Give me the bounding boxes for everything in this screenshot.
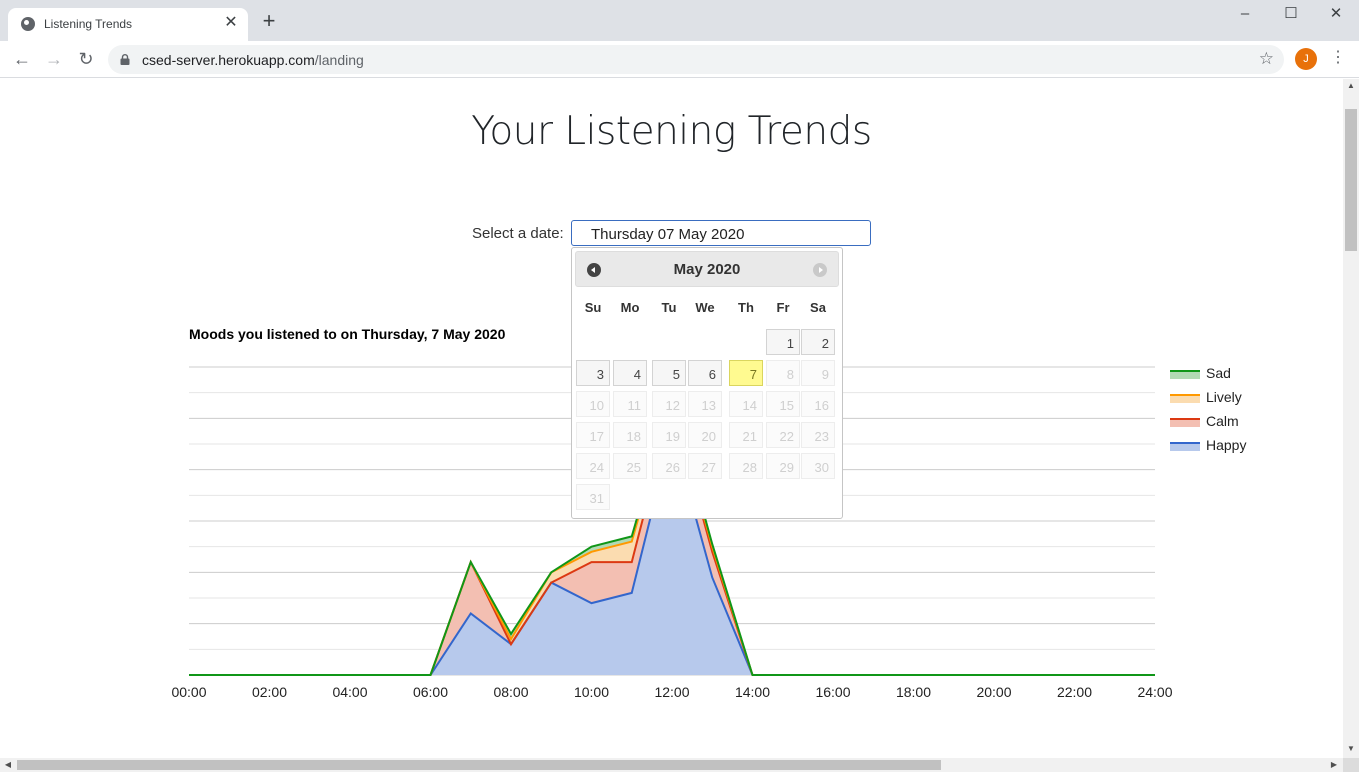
- datepicker-month-title: May 2020: [673, 261, 741, 278]
- calendar-day: 28: [729, 453, 763, 479]
- scrollbar-corner: [1343, 758, 1359, 772]
- vertical-scrollbar[interactable]: ▲ ▼: [1343, 79, 1359, 758]
- calendar-day: 19: [652, 422, 686, 448]
- calendar-day: 16: [801, 391, 835, 417]
- calendar-day: 23: [801, 422, 835, 448]
- globe-icon: [21, 17, 35, 31]
- window-close-icon[interactable]: ✕: [1313, 0, 1359, 30]
- url-path: /landing: [314, 52, 364, 68]
- legend-label: Lively: [1206, 389, 1242, 405]
- datepicker-header: May 2020: [575, 251, 839, 287]
- calendar-day: 21: [729, 422, 763, 448]
- calendar-day: 12: [652, 391, 686, 417]
- minimize-icon[interactable]: –: [1222, 0, 1268, 30]
- calendar-day[interactable]: 7: [729, 360, 763, 386]
- legend-swatch: [1170, 370, 1200, 379]
- calendar-day: 11: [613, 391, 647, 417]
- legend-swatch: [1170, 418, 1200, 427]
- x-tick-label: 18:00: [896, 684, 931, 700]
- browser-toolbar: ← → ↻ csed-server.herokuapp.com/landing …: [0, 41, 1359, 78]
- tab-strip: Listening Trends ✕ + – ☐ ✕: [0, 0, 1359, 41]
- legend-label: Sad: [1206, 365, 1231, 381]
- weekday-header: We: [695, 300, 715, 315]
- tab-title: Listening Trends: [44, 17, 133, 31]
- kebab-menu-icon[interactable]: ⋮: [1330, 47, 1346, 67]
- close-tab-icon[interactable]: ✕: [222, 14, 240, 32]
- x-tick-label: 20:00: [976, 684, 1011, 700]
- calendar-day: 20: [688, 422, 722, 448]
- calendar-day: 18: [613, 422, 647, 448]
- reload-icon[interactable]: ↻: [73, 46, 99, 72]
- horizontal-scroll-thumb[interactable]: [17, 760, 941, 770]
- weekday-header: Mo: [620, 300, 640, 315]
- x-tick-label: 00:00: [171, 684, 206, 700]
- calendar-day: 25: [613, 453, 647, 479]
- calendar-day[interactable]: 2: [801, 329, 835, 355]
- legend-swatch: [1170, 394, 1200, 403]
- legend-label: Calm: [1206, 413, 1239, 429]
- page-content: Your Listening Trends Select a date: Moo…: [0, 79, 1343, 758]
- next-month-icon[interactable]: [813, 263, 827, 277]
- calendar-day: 22: [766, 422, 800, 448]
- lock-icon: [120, 54, 130, 65]
- x-tick-label: 04:00: [332, 684, 367, 700]
- calendar-day: 24: [576, 453, 610, 479]
- weekday-header: Th: [738, 300, 754, 315]
- x-tick-label: 10:00: [574, 684, 609, 700]
- scroll-right-icon[interactable]: ▶: [1326, 760, 1342, 769]
- calendar-day: 8: [766, 360, 800, 386]
- calendar-day: 13: [688, 391, 722, 417]
- x-tick-label: 22:00: [1057, 684, 1092, 700]
- calendar-day: 9: [801, 360, 835, 386]
- url-host: csed-server.herokuapp.com: [142, 52, 315, 68]
- calendar-day: 31: [576, 484, 610, 510]
- legend-swatch: [1170, 442, 1200, 451]
- calendar-day[interactable]: 1: [766, 329, 800, 355]
- weekday-header: Tu: [661, 300, 677, 315]
- x-tick-label: 14:00: [735, 684, 770, 700]
- datepicker: May 2020 Su Mo Tu We Th Fr Sa 1 2 3 4 5 6 7 8 9 10 11 12 13…: [571, 247, 843, 519]
- scroll-up-icon[interactable]: ▲: [1343, 81, 1359, 90]
- bookmark-star-icon[interactable]: ☆: [1259, 49, 1274, 69]
- x-tick-label: 08:00: [493, 684, 528, 700]
- x-tick-label: 12:00: [654, 684, 689, 700]
- calendar-day: 15: [766, 391, 800, 417]
- scroll-left-icon[interactable]: ◀: [0, 760, 16, 769]
- back-arrow-icon[interactable]: ←: [9, 46, 35, 72]
- new-tab-button[interactable]: +: [259, 10, 279, 32]
- calendar-day: 27: [688, 453, 722, 479]
- calendar-day[interactable]: 3: [576, 360, 610, 386]
- calendar-day: 30: [801, 453, 835, 479]
- scroll-down-icon[interactable]: ▼: [1343, 744, 1359, 753]
- calendar-day[interactable]: 5: [652, 360, 686, 386]
- x-tick-label: 24:00: [1137, 684, 1172, 700]
- calendar-day[interactable]: 6: [688, 360, 722, 386]
- forward-arrow-icon[interactable]: →: [41, 46, 67, 72]
- calendar-day[interactable]: 4: [613, 360, 647, 386]
- profile-avatar[interactable]: J: [1295, 48, 1317, 70]
- calendar-day: 26: [652, 453, 686, 479]
- legend-label: Happy: [1206, 437, 1247, 453]
- calendar-day: 14: [729, 391, 763, 417]
- url-text: csed-server.herokuapp.com/landing: [142, 52, 364, 68]
- calendar-day: 10: [576, 391, 610, 417]
- x-tick-label: 06:00: [413, 684, 448, 700]
- calendar-day: 17: [576, 422, 610, 448]
- x-tick-label: 02:00: [252, 684, 287, 700]
- address-bar[interactable]: csed-server.herokuapp.com/landing ☆: [108, 45, 1284, 74]
- browser-tab[interactable]: Listening Trends ✕: [8, 8, 248, 41]
- weekday-header: Su: [584, 300, 602, 315]
- x-tick-label: 16:00: [815, 684, 850, 700]
- vertical-scroll-thumb[interactable]: [1345, 109, 1357, 251]
- weekday-header: Fr: [776, 300, 790, 315]
- maximize-icon[interactable]: ☐: [1268, 0, 1314, 30]
- calendar-day: 29: [766, 453, 800, 479]
- horizontal-scrollbar[interactable]: ◀ ▶: [0, 758, 1343, 772]
- weekday-header: Sa: [810, 300, 826, 315]
